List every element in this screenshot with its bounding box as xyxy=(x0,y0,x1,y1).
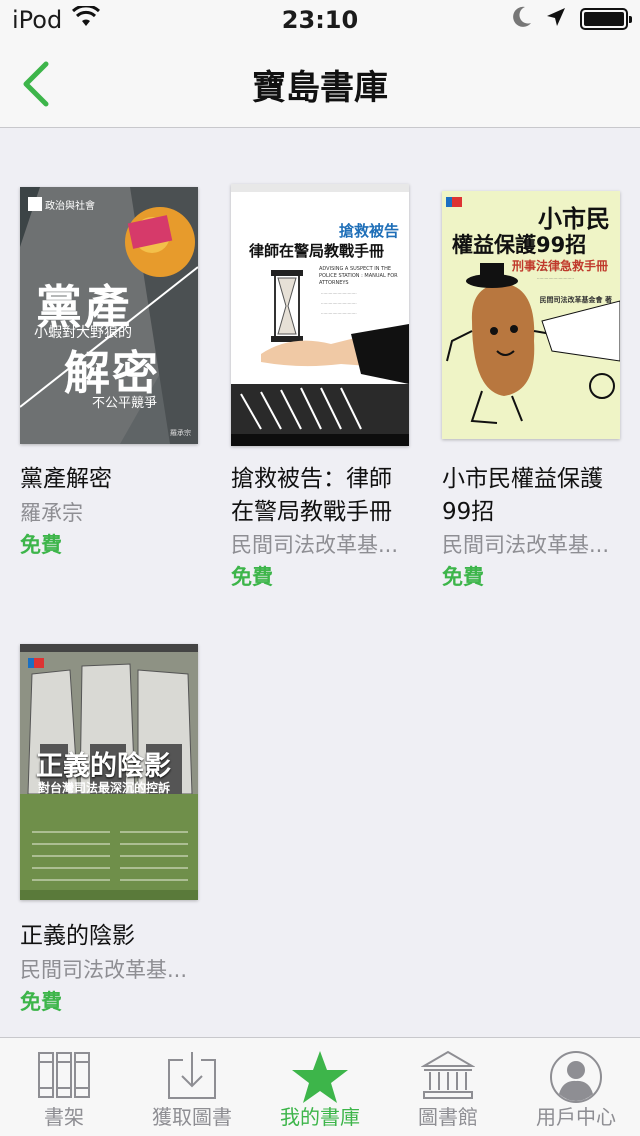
book-price: 免費 xyxy=(20,990,62,1014)
cover-publisher: 民間司法改革基金會 著 xyxy=(539,296,612,304)
cover-subtitle: 對台灣司法最深沉的控訴 xyxy=(38,781,171,795)
location-arrow-icon xyxy=(546,7,566,31)
tab-label: 用戶中心 xyxy=(536,1105,616,1129)
book-item[interactable]: ............................ ...........… xyxy=(231,129,421,589)
bookshelf-icon xyxy=(38,1052,90,1098)
book-cover[interactable]: 政治與社會 羅承宗 黨產 小蝦對大野狼的 解密 不公平競爭 xyxy=(20,187,198,444)
star-icon xyxy=(292,1051,348,1103)
cover-subtitle: 刑事法律急救手冊 xyxy=(511,259,608,273)
book-title: 黨產解密 xyxy=(20,466,112,492)
book-price: 免費 xyxy=(20,533,62,557)
tab-bookshelf[interactable]: 書架 xyxy=(0,1038,128,1136)
book-title-line: 在警局教戰手冊 xyxy=(231,499,392,525)
book-title: 正義的陰影 xyxy=(20,923,135,949)
book-title: 小市民權益保護 99招 xyxy=(442,463,632,529)
status-bar: iPod 23:10 xyxy=(0,0,640,40)
tab-my-library[interactable]: 我的書庫 xyxy=(256,1038,384,1136)
battery-icon xyxy=(580,8,632,30)
tab-label: 獲取圖書 xyxy=(152,1105,232,1129)
book-price: 免費 xyxy=(231,565,273,589)
svg-text:.............................: ............................. xyxy=(537,275,574,280)
book-cover[interactable]: ............................. ..........… xyxy=(442,191,620,439)
library-icon xyxy=(421,1050,475,1099)
svg-text:............................: ............................ xyxy=(321,300,357,305)
page-title: 寶島書庫 xyxy=(252,68,388,108)
navigation-bar: 寶島書庫 xyxy=(0,40,640,128)
svg-text:............................: ............................ xyxy=(321,290,357,295)
book-author: 民間司法改革基... xyxy=(231,533,399,557)
cover-tag: 不公平競爭 xyxy=(92,396,158,411)
tab-label: 我的書庫 xyxy=(280,1105,360,1129)
book-item[interactable]: ............................. ..........… xyxy=(442,129,632,589)
book-grid: 政治與社會 羅承宗 黨產 小蝦對大野狼的 解密 不公平競爭 黨產解密 羅承宗 免… xyxy=(0,129,640,1037)
book-cover[interactable]: 正義的陰影 對台灣司法最深沉的控訴 xyxy=(20,644,198,900)
tab-get-books[interactable]: 獲取圖書 xyxy=(128,1038,256,1136)
book-author: 民間司法改革基... xyxy=(442,533,610,557)
tab-label: 書架 xyxy=(44,1105,84,1129)
cover-title-line2: 權益保護99招 xyxy=(452,233,587,257)
svg-text:政治與社會: 政治與社會 xyxy=(45,199,95,212)
svg-text:............................: ............................ xyxy=(321,310,357,315)
book-item[interactable]: 政治與社會 羅承宗 黨產 小蝦對大野狼的 解密 不公平競爭 黨產解密 羅承宗 免… xyxy=(20,129,210,559)
tab-library[interactable]: 圖書館 xyxy=(384,1038,512,1136)
tab-user-center[interactable]: 用戶中心 xyxy=(512,1038,640,1136)
book-author: 民間司法改革基... xyxy=(20,958,188,982)
download-icon xyxy=(168,1052,216,1099)
book-cover[interactable]: ............................ ...........… xyxy=(231,184,409,446)
cover-title: 正義的陰影 xyxy=(36,751,171,782)
tab-bar: 書架 獲取圖書 我的書庫 圖書館 用戶中心 xyxy=(0,1037,640,1136)
book-author: 羅承宗 xyxy=(20,501,83,525)
book-title: 搶救被告：律師 在警局教戰手冊 xyxy=(231,463,421,529)
book-title-line: 搶救被告：律師 xyxy=(231,466,392,492)
book-title-line: 小市民權益保護 xyxy=(442,466,603,492)
book-price: 免費 xyxy=(442,565,484,589)
moon-icon xyxy=(512,6,532,32)
book-title-line: 99招 xyxy=(442,499,495,525)
svg-text:羅承宗: 羅承宗 xyxy=(170,428,191,437)
cover-heading: 搶救被告 xyxy=(338,222,399,240)
tab-label: 圖書館 xyxy=(418,1105,478,1129)
cover-title: 律師在警局教戰手冊 xyxy=(249,242,385,260)
user-icon xyxy=(550,1051,602,1103)
cover-english-title: ADVISING A SUSPECT IN THE POLICE STATION… xyxy=(319,266,398,286)
book-item[interactable]: 正義的陰影 對台灣司法最深沉的控訴 正義的陰影 民間司法改革基... 免費 xyxy=(20,644,210,1014)
